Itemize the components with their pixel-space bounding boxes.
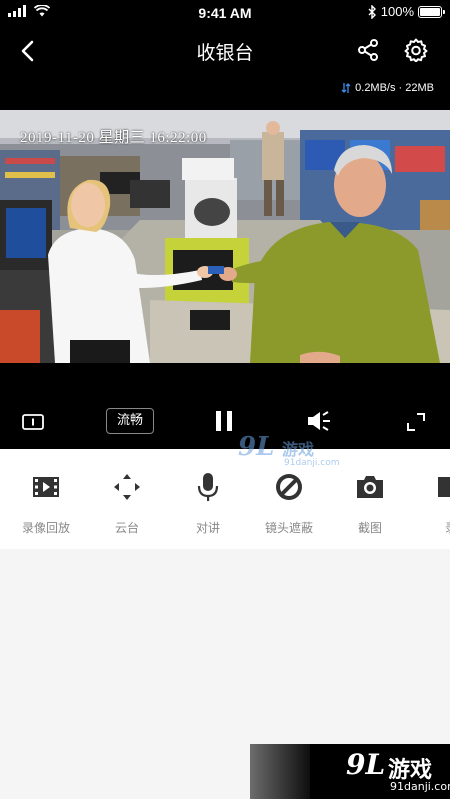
toolbar-item-screenshot[interactable]: 截图: [330, 471, 410, 536]
gear-icon[interactable]: [404, 38, 428, 62]
watermark-logo: 9L 游戏 91danji.com: [238, 432, 340, 474]
toolbar-item-intercom[interactable]: 对讲: [168, 471, 248, 536]
video-controls: 流畅: [0, 402, 450, 444]
video-panel: 0.2MB/s · 22MB 2019-11-20 星期三 16:22:00 流…: [0, 76, 450, 449]
film-icon: [33, 477, 59, 497]
app-root: 9:41 AM 100% 收银台 0.2MB/s · 22MB 2019-11-…: [0, 0, 450, 799]
ptz-arrows-icon: [114, 474, 140, 500]
video-timestamp: 2019-11-20 星期三 16:22:00: [20, 130, 207, 146]
toolbar-label: 截图: [357, 521, 382, 535]
title-bar: 收银台: [0, 26, 450, 76]
mute-speaker-icon[interactable]: [306, 410, 332, 432]
toolbar-item-record[interactable]: 录: [411, 471, 450, 536]
status-bar: 9:41 AM 100%: [0, 0, 450, 26]
speed-text: 0.2MB/s · 22MB: [355, 82, 434, 94]
toolbar-label: 录: [411, 519, 450, 536]
action-toolbar: 录像回放 云台 对讲 镜头遮蔽 截图: [0, 449, 450, 549]
record-icon: [438, 477, 450, 497]
watermark-banner-mark: 9L: [346, 748, 386, 781]
bluetooth-icon: [368, 4, 376, 19]
watermark-fade: [250, 744, 310, 799]
toolbar-item-ptz[interactable]: 云台: [87, 471, 167, 536]
toolbar-label: 镜头遮蔽: [264, 521, 313, 535]
watermark-name: 游戏: [282, 440, 315, 459]
video-scene-image: [0, 110, 450, 363]
battery-icon: [418, 5, 445, 18]
watermark-url: 91danji.com: [284, 458, 340, 468]
live-video[interactable]: 2019-11-20 星期三 16:22:00: [0, 110, 450, 363]
watermark-banner: 9L 游戏 91danji.com: [250, 744, 450, 799]
transfer-arrows-icon: [341, 83, 351, 93]
quality-button[interactable]: 流畅: [106, 408, 154, 434]
watermark-banner-url: 91danji.com: [390, 780, 450, 793]
page-title: 收银台: [196, 42, 254, 64]
info-toggle-icon[interactable]: [22, 414, 44, 430]
battery-percent: 100%: [380, 4, 414, 19]
watermark-logo-mark: 9L: [238, 432, 275, 462]
toolbar-label: 录像回放: [21, 521, 70, 535]
toolbar-label: 云台: [114, 521, 139, 535]
camera-icon: [357, 476, 383, 498]
pause-icon[interactable]: [214, 410, 234, 432]
toolbar-item-playback[interactable]: 录像回放: [6, 471, 86, 536]
lens-block-icon: [276, 474, 302, 500]
microphone-icon: [197, 473, 219, 501]
toolbar-item-lens-cover[interactable]: 镜头遮蔽: [249, 471, 329, 536]
network-speed: 0.2MB/s · 22MB: [341, 82, 434, 94]
share-icon[interactable]: [356, 38, 380, 62]
status-right: 100%: [368, 4, 445, 19]
toolbar-label: 对讲: [195, 521, 220, 535]
fullscreen-icon[interactable]: [406, 412, 426, 432]
